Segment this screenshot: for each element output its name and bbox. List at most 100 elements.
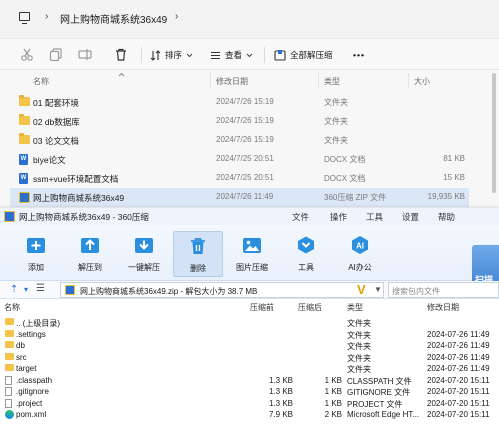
zip-row[interactable]: db 文件夹 2024-07-26 11:49 bbox=[0, 340, 499, 351]
extract-all-button[interactable]: 全部解压缩 bbox=[274, 48, 333, 62]
extract-to-icon bbox=[81, 238, 99, 253]
ai-office-label: AI办公 bbox=[348, 263, 372, 272]
zip-column-compressed[interactable]: 压缩前 bbox=[250, 302, 274, 313]
zip-column-type[interactable]: 类型 bbox=[347, 302, 363, 313]
view-button[interactable]: 查看 bbox=[210, 48, 253, 62]
file-name: 网上购物商城系统36x49 bbox=[33, 193, 125, 203]
verified-badge-icon: V bbox=[357, 282, 366, 297]
column-name[interactable]: 名称 bbox=[33, 76, 49, 87]
zip-item-type: 文件夹 bbox=[347, 330, 371, 340]
more-options-button[interactable]: ••• bbox=[353, 48, 365, 62]
zip-row[interactable]: .settings 文件夹 2024-07-26 11:49 bbox=[0, 329, 499, 340]
zip-item-date: 2024-07-20 15:11 bbox=[427, 410, 490, 419]
file-type: DOCX 文档 bbox=[324, 155, 366, 164]
folder-icon bbox=[19, 133, 30, 144]
zip-item-date: 2024-07-26 11:49 bbox=[427, 352, 490, 362]
zip-item-compressed: 1.3 KB bbox=[268, 375, 293, 385]
file-icon bbox=[5, 375, 12, 385]
delete-label: 删除 bbox=[190, 264, 206, 273]
zip-item-compressed: 1.3 KB bbox=[268, 387, 293, 396]
zip-item-name: .settings bbox=[16, 329, 46, 339]
zip-item-date: 2024-07-20 15:11 bbox=[427, 387, 490, 396]
zip-title-bar[interactable]: 网上购物商城系统36x49 - 360压缩 文件 操作 工具 设置 帮助 bbox=[0, 208, 499, 225]
menu-settings[interactable]: 设置 bbox=[402, 211, 419, 223]
path-dropdown-icon[interactable]: ▼ bbox=[374, 285, 382, 294]
column-type[interactable]: 类型 bbox=[324, 76, 340, 87]
zip-row[interactable]: .project 1.3 KB 1 KB PROJECT 文件 2024-07-… bbox=[0, 398, 499, 409]
zip-item-name: db bbox=[16, 341, 25, 350]
zip-window-title: 网上购物商城系统36x49 - 360压缩 bbox=[19, 212, 149, 222]
zip-path-bar: ⇡ ▾ ☰ 网上购物商城系统36x49.zip - 解包大小为 38.7 MB … bbox=[0, 281, 499, 299]
command-bar: 排序 查看 全部解压缩 ••• bbox=[0, 38, 499, 70]
zip-row[interactable]: target 文件夹 2024-07-26 11:49 bbox=[0, 363, 499, 374]
breadcrumb-folder[interactable]: 网上购物商城系统36x49 bbox=[60, 11, 167, 26]
zip-item-type: 文件夹 bbox=[347, 342, 371, 351]
image-compress-label: 图片压缩 bbox=[236, 263, 268, 272]
zip-row[interactable]: src 文件夹 2024-07-26 11:49 bbox=[0, 352, 499, 363]
zip-column-date[interactable]: 修改日期 bbox=[427, 302, 459, 313]
vertical-scrollbar[interactable] bbox=[492, 73, 496, 193]
column-divider[interactable] bbox=[318, 73, 319, 88]
file-size: 15 KB bbox=[443, 173, 465, 182]
up-arrow-icon[interactable]: ⇡ bbox=[10, 284, 18, 295]
zip-row[interactable]: .classpath 1.3 KB 1 KB CLASSPATH 文件 2024… bbox=[0, 375, 499, 386]
file-row[interactable]: W ssm+vue环境配置文档 2024/7/25 20:51 DOCX 文档 … bbox=[10, 169, 469, 188]
search-input[interactable]: 搜索包内文件 bbox=[388, 282, 499, 298]
list-view-icon[interactable]: ☰ bbox=[36, 283, 45, 294]
sort-button[interactable]: 排序 bbox=[150, 48, 193, 62]
delete-icon[interactable] bbox=[114, 48, 128, 61]
zip-column-name[interactable]: 名称 bbox=[4, 302, 20, 313]
column-size[interactable]: 大小 bbox=[414, 76, 430, 87]
path-field[interactable]: 网上购物商城系统36x49.zip - 解包大小为 38.7 MB V ▼ bbox=[60, 282, 384, 298]
zip-item-type: 文件夹 bbox=[347, 319, 371, 328]
sort-icon bbox=[150, 49, 161, 61]
rename-icon[interactable] bbox=[78, 48, 92, 61]
dropdown-icon[interactable]: ▾ bbox=[24, 285, 28, 294]
zip-row[interactable]: pom.xml 7.9 KB 2 KB Microsoft Edge HT...… bbox=[0, 409, 499, 420]
file-icon bbox=[5, 398, 12, 408]
zip-item-name: .project bbox=[16, 398, 43, 408]
column-date[interactable]: 修改日期 bbox=[216, 76, 248, 87]
extract-to-button[interactable]: 解压到 bbox=[65, 231, 115, 277]
this-pc-icon[interactable] bbox=[19, 12, 30, 24]
menu-file[interactable]: 文件 bbox=[292, 211, 309, 223]
add-icon bbox=[27, 238, 45, 253]
zip-row[interactable]: .. (上级目录) 文件夹 bbox=[0, 317, 499, 328]
zip-column-original[interactable]: 压缩后 bbox=[298, 302, 322, 313]
extract-all-label: 全部解压缩 bbox=[290, 50, 333, 60]
view-icon bbox=[211, 51, 220, 59]
menu-operation[interactable]: 操作 bbox=[330, 211, 347, 223]
column-divider[interactable] bbox=[408, 73, 409, 88]
zip-row[interactable]: .gitignore 1.3 KB 1 KB GITIGNORE 文件 2024… bbox=[0, 386, 499, 397]
toolbar-divider bbox=[141, 47, 142, 63]
zip-item-date: 2024-07-26 11:49 bbox=[427, 329, 490, 339]
file-row[interactable]: 01 配套环境 2024/7/26 15:19 文件夹 bbox=[10, 93, 469, 112]
chevron-right-icon[interactable]: › bbox=[175, 11, 178, 22]
one-click-extract-button[interactable]: 一键解压 bbox=[119, 231, 169, 277]
folder-icon bbox=[5, 318, 14, 325]
cut-icon[interactable] bbox=[20, 48, 34, 61]
menu-tools[interactable]: 工具 bbox=[366, 211, 383, 223]
file-row-selected[interactable]: 网上购物商城系统36x49 2024/7/26 11:49 360压缩 ZIP … bbox=[10, 188, 469, 207]
file-type: 文件夹 bbox=[324, 136, 348, 145]
menu-help[interactable]: 帮助 bbox=[438, 211, 455, 223]
ai-office-button[interactable]: AI AI办公 bbox=[335, 231, 385, 277]
file-row[interactable]: 02 db数据库 2024/7/26 15:19 文件夹 bbox=[10, 112, 469, 131]
copy-icon[interactable] bbox=[49, 48, 63, 61]
file-row[interactable]: W biye论文 2024/7/25 20:51 DOCX 文档 81 KB bbox=[10, 150, 469, 169]
zip-item-name: src bbox=[16, 352, 27, 362]
image-compress-button[interactable]: 图片压缩 bbox=[227, 231, 277, 277]
file-row[interactable]: 03 论文文档 2024/7/26 15:19 文件夹 bbox=[10, 131, 469, 150]
one-click-extract-icon bbox=[135, 238, 153, 253]
sort-up-icon bbox=[118, 72, 125, 77]
address-bar[interactable]: › 网上购物商城系统36x49 › bbox=[0, 0, 499, 38]
file-name: 03 论文文档 bbox=[33, 136, 79, 146]
delete-button[interactable]: 删除 bbox=[173, 231, 223, 277]
folder-icon bbox=[5, 352, 14, 360]
tools-button[interactable]: 工具 bbox=[281, 231, 331, 277]
chevron-right-icon[interactable]: › bbox=[45, 11, 48, 22]
file-icon bbox=[5, 387, 12, 396]
column-divider[interactable] bbox=[210, 73, 211, 88]
add-button[interactable]: 添加 bbox=[11, 231, 61, 277]
edge-browser-icon bbox=[5, 410, 14, 419]
